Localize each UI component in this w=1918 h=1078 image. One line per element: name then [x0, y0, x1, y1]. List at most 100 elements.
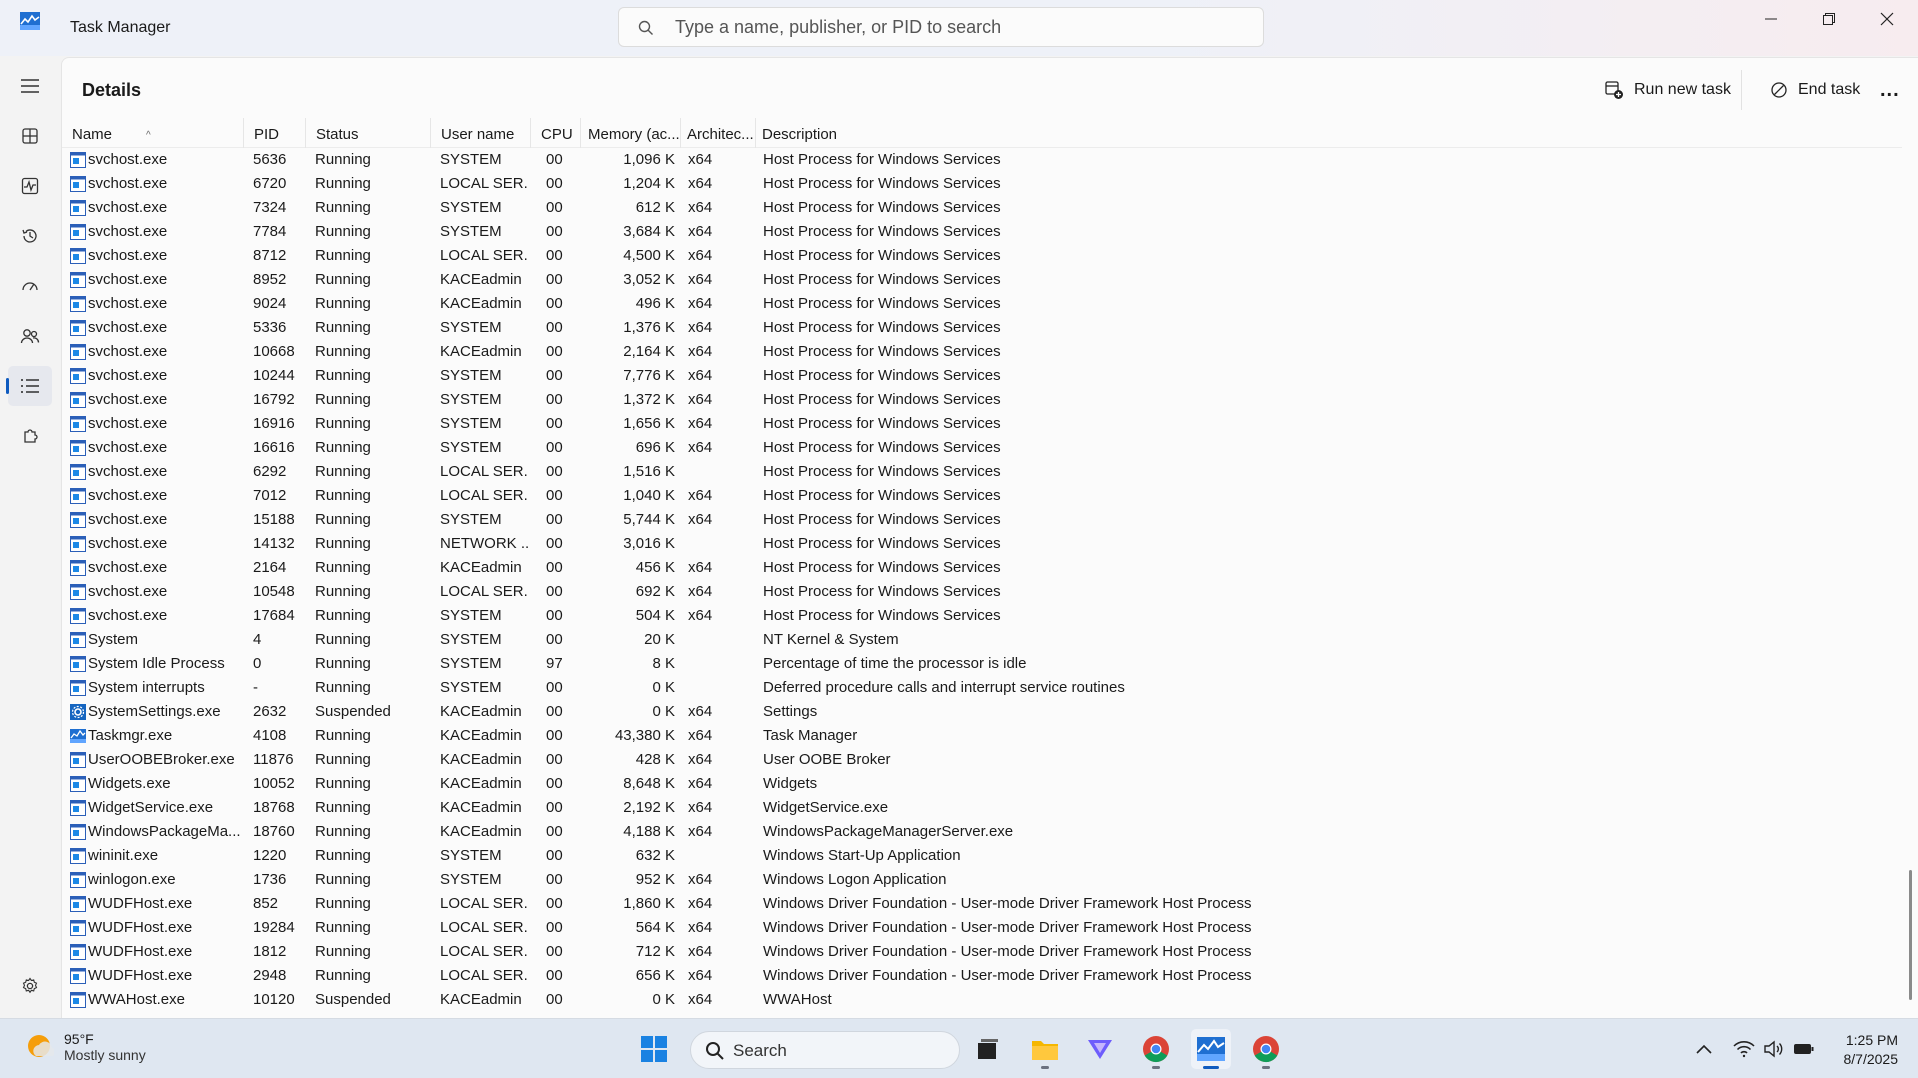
table-row[interactable]: svchost.exe 7012 Running LOCAL SER... 00 1,04… [62, 484, 1902, 508]
nav-settings[interactable] [8, 966, 52, 1006]
process-name: WUDFHost.exe [66, 964, 246, 988]
process-user: KACEadmin [440, 559, 522, 576]
process-status: Running [315, 295, 371, 312]
table-row[interactable]: svchost.exe 7324 Running SYSTEM 00 612 K x64 Ho… [62, 196, 1902, 220]
nav-services[interactable] [8, 416, 52, 456]
taskbar-chrome-2[interactable] [1246, 1029, 1286, 1069]
run-new-task-button[interactable]: Run new task [1592, 70, 1743, 110]
process-name-text: svchost.exe [88, 199, 168, 216]
table-row[interactable]: svchost.exe 8712 Running LOCAL SER... 00 4,50… [62, 244, 1902, 268]
weather-condition: Mostly sunny [64, 1047, 146, 1063]
restore-button[interactable] [1800, 0, 1858, 38]
process-user: LOCAL SER... [440, 967, 528, 984]
close-button[interactable] [1858, 0, 1916, 38]
process-name-text: System [88, 631, 139, 648]
nav-processes[interactable] [8, 116, 52, 156]
table-row[interactable]: System Idle Process 0 Running SYSTEM 97 8 K Pe… [62, 652, 1902, 676]
table-row[interactable]: svchost.exe 5336 Running SYSTEM 00 1,376 K x64… [62, 316, 1902, 340]
end-task-button[interactable]: End task [1758, 70, 1872, 110]
column-header-name[interactable]: Name ^ [62, 118, 244, 148]
table-row[interactable]: WidgetService.exe 18768 Running KACEadmin 00… [62, 796, 1902, 820]
active-indicator [1203, 1066, 1219, 1069]
table-row[interactable]: WUDFHost.exe 19284 Running LOCAL SER... 00 56… [62, 916, 1902, 940]
process-status: Running [315, 151, 371, 168]
process-name: WUDFHost.exe [66, 940, 246, 964]
table-row[interactable]: svchost.exe 7784 Running SYSTEM 00 3,684 K x64… [62, 220, 1902, 244]
taskbar-search[interactable]: Search [690, 1031, 960, 1069]
process-cpu: 00 [546, 367, 563, 384]
table-row[interactable]: WUDFHost.exe 852 Running LOCAL SER... 00 1,86… [62, 892, 1902, 916]
nav-app-history[interactable] [8, 216, 52, 256]
process-status: Running [315, 199, 371, 216]
process-name: svchost.exe [66, 532, 246, 556]
table-row[interactable]: WUDFHost.exe 1812 Running LOCAL SER... 00 712… [62, 940, 1902, 964]
process-description: Host Process for Windows Services [763, 199, 1001, 216]
table-row[interactable]: svchost.exe 6720 Running LOCAL SER... 00 1,20… [62, 172, 1902, 196]
table-row[interactable]: svchost.exe 16792 Running SYSTEM 00 1,372 K x6… [62, 388, 1902, 412]
table-row[interactable]: svchost.exe 8952 Running KACEadmin 00 3,052 K… [62, 268, 1902, 292]
table-row[interactable]: WWAHost.exe 10120 Suspended KACEadmin 00 0 K x… [62, 988, 1902, 1012]
taskbar-task-manager[interactable] [1191, 1029, 1231, 1069]
table-row[interactable]: svchost.exe 2164 Running KACEadmin 00 456 K x6… [62, 556, 1902, 580]
table-row[interactable]: svchost.exe 17684 Running SYSTEM 00 504 K x64 H… [62, 604, 1902, 628]
minimize-button[interactable] [1742, 0, 1800, 38]
table-row[interactable]: SystemSettings.exe 2632 Suspended KACEadmin… [62, 700, 1902, 724]
column-header-pid[interactable]: PID [244, 118, 306, 148]
weather-widget[interactable]: 95°F Mostly sunny [24, 1031, 146, 1063]
column-header-architecture[interactable]: Architec... [681, 118, 756, 148]
table-row[interactable]: svchost.exe 9024 Running KACEadmin 00 496 K x6… [62, 292, 1902, 316]
vertical-scrollbar-thumb[interactable] [1909, 870, 1912, 1000]
hamburger-menu-button[interactable] [8, 66, 52, 106]
search-icon [638, 20, 653, 35]
table-row[interactable]: svchost.exe 10244 Running SYSTEM 00 7,776 K x6… [62, 364, 1902, 388]
more-options-button[interactable]: ... [1868, 70, 1912, 110]
table-row[interactable]: wininit.exe 1220 Running SYSTEM 00 632 K Windo… [62, 844, 1902, 868]
table-row[interactable]: svchost.exe 6292 Running LOCAL SER... 00 1,51… [62, 460, 1902, 484]
process-memory: 4,500 K [623, 247, 675, 264]
table-row[interactable]: svchost.exe 10548 Running LOCAL SER... 00 692… [62, 580, 1902, 604]
taskbar-app-triangle[interactable] [1080, 1029, 1120, 1069]
process-user: SYSTEM [440, 367, 502, 384]
column-header-status[interactable]: Status [306, 118, 431, 148]
show-hidden-icons-button[interactable] [1684, 1029, 1724, 1069]
column-header-cpu[interactable]: CPU [531, 118, 581, 148]
nav-users[interactable] [8, 316, 52, 356]
process-architecture: x64 [688, 775, 713, 792]
table-row[interactable]: System interrupts - Running SYSTEM 00 0 K Defe… [62, 676, 1902, 700]
taskbar-file-explorer[interactable] [1025, 1029, 1065, 1069]
process-architecture [686, 460, 746, 484]
process-memory: 3,684 K [623, 223, 675, 240]
taskbar-task-view[interactable] [968, 1029, 1008, 1069]
end-task-label: End task [1798, 81, 1861, 98]
table-row[interactable]: svchost.exe 10668 Running KACEadmin 00 2,164 … [62, 340, 1902, 364]
table-row[interactable]: svchost.exe 16616 Running SYSTEM 00 696 K x64 H… [62, 436, 1902, 460]
table-row[interactable]: UserOOBEBroker.exe 11876 Running KACEadmin 0… [62, 748, 1902, 772]
search-input[interactable] [675, 14, 1245, 40]
process-description: Settings [763, 703, 818, 720]
table-row[interactable]: winlogon.exe 1736 Running SYSTEM 00 952 K x64 W… [62, 868, 1902, 892]
system-clock[interactable]: 1:25 PM 8/7/2025 [1844, 1031, 1899, 1069]
start-button[interactable] [634, 1029, 674, 1069]
table-row[interactable]: Widgets.exe 10052 Running KACEadmin 00 8,648 … [62, 772, 1902, 796]
table-row[interactable]: svchost.exe 15188 Running SYSTEM 00 5,744 K x6… [62, 508, 1902, 532]
column-header-user[interactable]: User name [431, 118, 531, 148]
nav-details[interactable] [6, 366, 52, 406]
process-status: Running [315, 319, 371, 336]
taskbar-chrome[interactable] [1136, 1029, 1176, 1069]
nav-performance[interactable] [8, 166, 52, 206]
table-row[interactable]: svchost.exe 14132 Running NETWORK ... 00 3,01… [62, 532, 1902, 556]
process-pid: 2948 [253, 967, 287, 984]
table-row[interactable]: svchost.exe 16916 Running SYSTEM 00 1,656 K x6… [62, 412, 1902, 436]
battery-button[interactable] [1784, 1029, 1824, 1069]
table-row[interactable]: System 4 Running SYSTEM 00 20 K NT Kernel & Sy… [62, 628, 1902, 652]
table-row[interactable]: Taskmgr.exe 4108 Running KACEadmin 00 43,380 … [62, 724, 1902, 748]
table-row[interactable]: WindowsPackageMa... 18760 Running KACEadmin… [62, 820, 1902, 844]
search-box[interactable] [618, 7, 1264, 47]
column-header-description[interactable]: Description [756, 118, 1856, 148]
process-cpu: 00 [546, 391, 563, 408]
nav-startup-apps[interactable] [8, 266, 52, 306]
table-row[interactable]: WUDFHost.exe 2948 Running LOCAL SER... 00 656… [62, 964, 1902, 988]
column-header-memory[interactable]: Memory (ac... [581, 118, 681, 148]
process-pid: 4 [253, 631, 262, 648]
table-row[interactable]: svchost.exe 5636 Running SYSTEM 00 1,096 K x64… [62, 148, 1902, 172]
